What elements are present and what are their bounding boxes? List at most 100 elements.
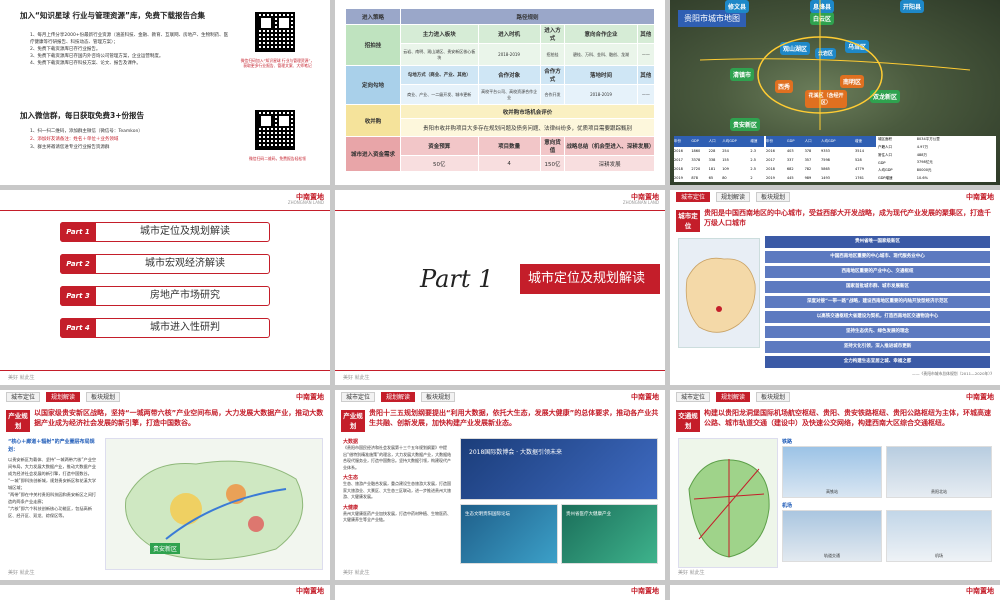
nav-bar: 城市定位 规划解读 板块规划	[670, 190, 1000, 204]
table-cell: 云岩、南明、观山湖区、贵安新区核心板块	[400, 43, 479, 66]
footer-slogan: 美好 就此生	[678, 570, 705, 576]
highway-lines	[699, 0, 971, 130]
stats-table-1: 年份 GDP 人口 人均GDP 增速 2016 1860 228 254 2.3 2017 337…	[674, 136, 764, 182]
logo-text: 中南置地	[966, 393, 994, 401]
slide-transportation[interactable]: 城市定位 规划解读 板块规划 中南置地 交通规划 构建以贵阳龙洞堡国际机场航空枢…	[670, 390, 1000, 580]
slide-section-cover[interactable]: 中南置地 ZHONGNAN LAND Part 1 城市定位及规划解读 美好 就…	[335, 190, 665, 385]
item-text: 《贵阳市国民经济和社会发展第十三个五年规划纲要》中提出“借特别精准施策”的理念，…	[343, 445, 452, 470]
table-cell: 贵阳市收并购项目大多存在规划问题及债务问题、法律纠纷多，优质项目需要跟踪甄别	[400, 118, 655, 137]
section-label: 交通规划	[676, 410, 700, 432]
banner-health: 贵州省医疗大健康产业	[561, 504, 658, 564]
table-cell: ——	[636, 43, 656, 66]
stats-table-3: 城区面积 8034平方公里 户籍人口 4.97万 常住人口 488万 GDP 3798亿…	[878, 137, 940, 181]
strategy-item: 中国西南地区重要的中心城市、现代服务业中心	[765, 251, 990, 263]
table-cell: 合作对象	[477, 65, 541, 85]
tab-district-plan[interactable]: 板块规划	[756, 392, 791, 402]
slide-partial-3[interactable]: 中南置地	[670, 585, 1000, 600]
item-heading: 大数据	[343, 439, 359, 445]
qr-code-icon	[255, 110, 295, 150]
footer-slogan: 美好 就此生	[8, 375, 35, 381]
transport-map-icon	[688, 459, 770, 558]
slide-city-map[interactable]: 贵阳市城市地图 白云区 观山湖区 乌当区 清镇市 云岩区 西秀 南明区 花溪区（…	[670, 0, 1000, 185]
text-list: 以贵安新区为载体、坚持“一城两带六核”产业空间布局，大力发展大数据产业，推动大数…	[8, 456, 98, 519]
banner-text: 生态文明贵阳国际论坛	[465, 512, 510, 517]
table-cell: 其他	[636, 24, 656, 44]
slide-entry-strategy[interactable]: 进入策略 路径规则 招拍挂 主力进入板块 进入时机 进入方式 意向合作企业 其他…	[335, 0, 665, 185]
tab-city-positioning[interactable]: 城市定位	[6, 392, 41, 402]
list-item: 3、群主将邀请您进专业行业报告资源群	[30, 145, 110, 150]
banner-text: 贵州省医疗大健康产业	[566, 512, 611, 517]
table-cell: 深耕发展	[564, 155, 655, 172]
slide-industry-planning[interactable]: 城市定位 规划解读 板块规划 中南置地 产业规划 以国家级贵安新区战略，坚持“一…	[0, 390, 330, 580]
slide-five-year-plan[interactable]: 城市定位 规划解读 板块规划 中南置地 产业规划 贵阳十三五规划纲要提出“利用大…	[335, 390, 665, 580]
table-cell: 商业、产业、一二级开发、城市更新	[400, 84, 479, 105]
list-item: 3、免费下载资源库已存国内外咨询公司管理方案，企业运营制度。	[30, 54, 164, 59]
tab-city-positioning[interactable]: 城市定位	[676, 392, 711, 402]
logo-subtext: ZHONGNAN LAND	[287, 200, 324, 205]
transport-map-image	[678, 438, 778, 568]
slide1-list2: 1、扫一扫二维码，添加群主微信（微信号：Teamkon） 2、添加好友请备注：姓…	[30, 128, 230, 152]
strategy-item: 深度对接“一带一路”战略，建设西南地区重要的内陆开放型经济示范区	[765, 296, 990, 308]
tab-planning[interactable]: 规划解读	[46, 392, 81, 402]
logo-text: 中南置地	[631, 587, 659, 595]
bullet-title: “核心＋廊道＋辐射”的产业圈层布局规划：	[8, 439, 95, 453]
list-item: 1、每月上传分享2000+份最新行业资源（涵盖科技、金融、教育、互联网、房地产、…	[30, 33, 229, 45]
strategy-item: 国家首批城市群、城市发展新区	[765, 281, 990, 293]
table-cell: 2018-2019	[564, 84, 638, 105]
table-cell: 碧桂、万科、金科、融创、龙湖	[564, 43, 638, 66]
tab-city-positioning[interactable]: 城市定位	[341, 392, 376, 402]
qr1-caption: 微信扫码加入“知识星球 行业与管理资源”，获取更多行业报告、管理文案、大师笔记	[240, 58, 315, 68]
slide1-title: 加入“知识星球 行业与管理资源”库，免费下载报告合集	[20, 11, 205, 20]
table-cell: 战略总结（机会型进入、深耕发展）	[564, 136, 655, 156]
section-label: 城市定位	[676, 210, 700, 232]
section-label: 产业规划	[341, 410, 365, 432]
list-item: “一城”即科技创新城，规划贵安新区和花溪大学城区域；	[8, 478, 97, 490]
slide1-list: 1、每月上传分享2000+份最新行业资源（涵盖科技、金融、教育、互联网、房地产、…	[30, 32, 230, 67]
section-heading: 贵阳是中国西南地区的中心城市，受益西部大开发战略，成为现代产业发展的聚集区，打造…	[704, 209, 991, 227]
banner-bigdata: 2018国际数博会 · 大数据引领未来	[460, 438, 658, 500]
nav-bar: 城市定位 规划解读 板块规划	[670, 390, 1000, 404]
logo-text: 中南置地	[296, 587, 324, 595]
part-number: Part 1	[420, 265, 494, 293]
logo-text: 中南置地	[966, 587, 994, 595]
item-text: 贵州大健康医药产业加快发展，打造中药材种植、生物医药、大健康养生等全产业链。	[343, 510, 451, 523]
section-heading: 以国家级贵安新区战略，坚持“一城两带六核”产业空间布局，大力发展大数据产业，推动…	[34, 409, 324, 427]
tab-planning[interactable]: 规划解读	[716, 192, 751, 202]
slide-partial-1[interactable]: 中南置地	[0, 585, 330, 600]
agenda-label: 房地产市场研究	[150, 290, 220, 301]
table-cell: 主力进入板块	[400, 24, 479, 44]
item-text: 生态、旅游产业融合发展，重点建设生态旅游大发展，打造国家大旅游业、大景区、大生态…	[343, 481, 451, 499]
slide-knowledge-planet[interactable]: 加入“知识星球 行业与管理资源”库，免费下载报告合集 1、每月上传分享2000+…	[0, 0, 330, 185]
tab-district-plan[interactable]: 板块规划	[421, 392, 456, 402]
china-map-icon	[685, 257, 756, 333]
photo-heading: 铁路	[782, 439, 793, 445]
tab-planning[interactable]: 规划解读	[716, 392, 751, 402]
tab-district-plan[interactable]: 板块规划	[756, 192, 791, 202]
photo-heading: 机场	[782, 503, 793, 509]
table-cell: 2018-2019	[477, 43, 541, 66]
table-cell: 50亿	[400, 155, 479, 172]
strategy-item: 以高铁交通枢纽大省建设为契机，打造西南地区交通物流中心	[765, 311, 990, 323]
footer-slogan: 美好 就此生	[8, 570, 35, 576]
tab-district-plan[interactable]: 板块规划	[86, 392, 121, 402]
photo-caption: 机场	[935, 553, 943, 558]
footer-slogan: 美好 就此生	[343, 375, 370, 381]
list-item: 2、免费下载资源库已存行业报告。	[30, 47, 101, 52]
tab-planning[interactable]: 规划解读	[381, 392, 416, 402]
table-cell: 收并购市场机会评价	[400, 104, 655, 119]
slide-agenda[interactable]: 中南置地 ZHONGNAN LAND Part 1 城市定位及规划解读 Part…	[0, 190, 330, 385]
banner-text: 2018国际数博会 · 大数据引领未来	[469, 449, 562, 456]
table-cell: 意向合作企业	[564, 24, 638, 44]
section-title: 城市定位及规划解读	[520, 264, 660, 294]
tab-city-positioning[interactable]: 城市定位	[676, 192, 711, 202]
industry-map-image: 贵安新区	[105, 438, 323, 570]
entry-strategy-table: 进入策略 路径规则 招拍挂 主力进入板块 进入时机 进入方式 意向合作企业 其他…	[345, 8, 656, 172]
slide-partial-2[interactable]: 中南置地	[335, 585, 665, 600]
table-header: 路径规则	[400, 8, 655, 25]
nav-bar: 城市定位 规划解读 板块规划	[335, 390, 665, 404]
table-cell: 合作方式	[539, 65, 566, 85]
slide-city-positioning[interactable]: 城市定位 规划解读 板块规划 中南置地 城市定位 贵阳是中国西南地区的中心城市，…	[670, 190, 1000, 385]
table-cell: 资金预算	[400, 136, 479, 156]
photo-caption: 高铁站	[826, 489, 838, 494]
list-item: “六核”即六个科技创新核心功能区，包括高新区、经开区、双龙、综保区等。	[8, 506, 92, 518]
